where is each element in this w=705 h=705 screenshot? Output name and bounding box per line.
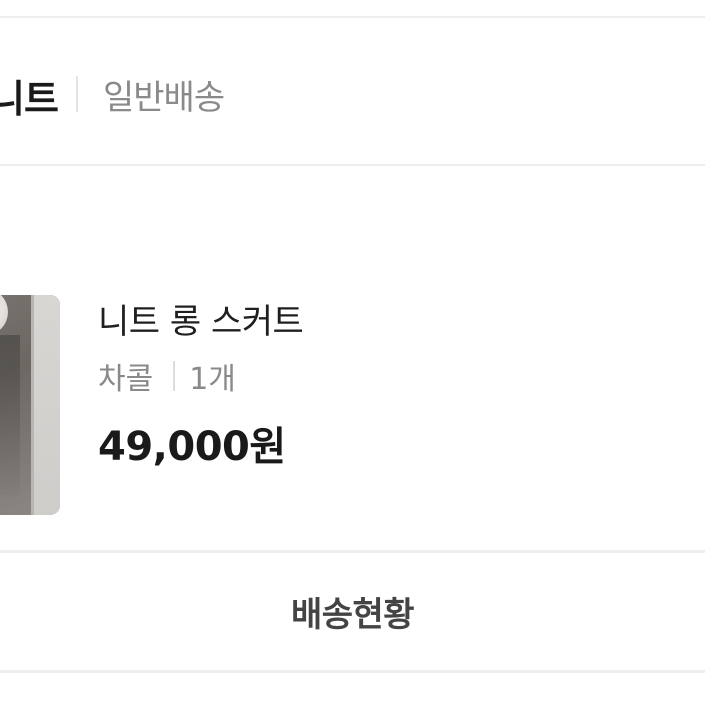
- delivery-status-button[interactable]: 배송현황: [0, 553, 705, 670]
- product-options: 차콜 1개: [98, 356, 236, 397]
- product-item[interactable]: 니트 롱 스커트 차콜 1개 49,000원: [0, 166, 705, 550]
- order-header: 니트 일반배송: [0, 18, 705, 164]
- bottom-divider: [0, 670, 705, 673]
- thumbnail-fur-detail: [0, 295, 8, 335]
- product-price: 49,000원: [98, 424, 286, 470]
- header-title: 니트: [0, 77, 59, 121]
- order-item-page: 니트 일반배송 니트 롱 스커트 차콜 1개 49,000원 배송현황: [0, 0, 705, 705]
- shipping-type-label: 일반배송: [103, 78, 225, 118]
- header-separator: [76, 76, 78, 112]
- option-color: 차콜: [98, 362, 154, 397]
- option-separator: [173, 361, 176, 391]
- thumbnail-shadow: [0, 335, 20, 495]
- product-name[interactable]: 니트 롱 스커트: [98, 294, 304, 343]
- option-quantity: 1개: [189, 362, 236, 397]
- product-thumbnail[interactable]: [0, 295, 60, 515]
- thumbnail-wall: [31, 295, 60, 515]
